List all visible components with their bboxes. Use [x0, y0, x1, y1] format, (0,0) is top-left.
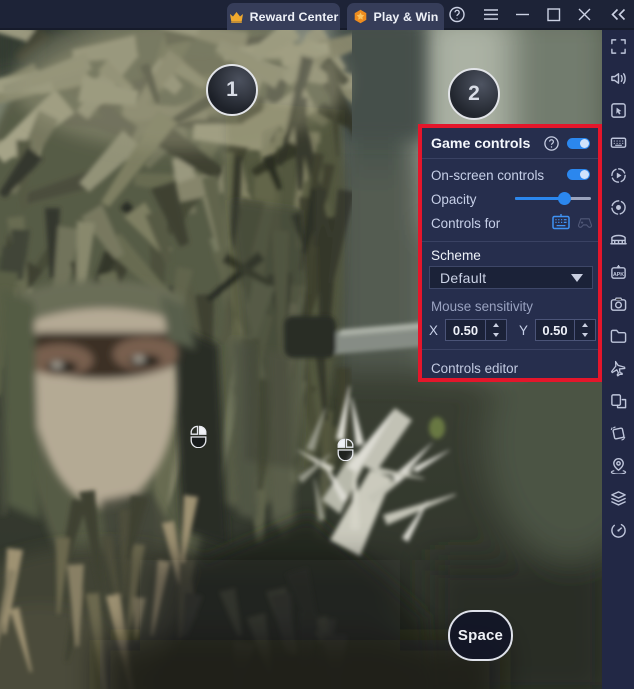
- svg-text:APK: APK: [612, 271, 623, 277]
